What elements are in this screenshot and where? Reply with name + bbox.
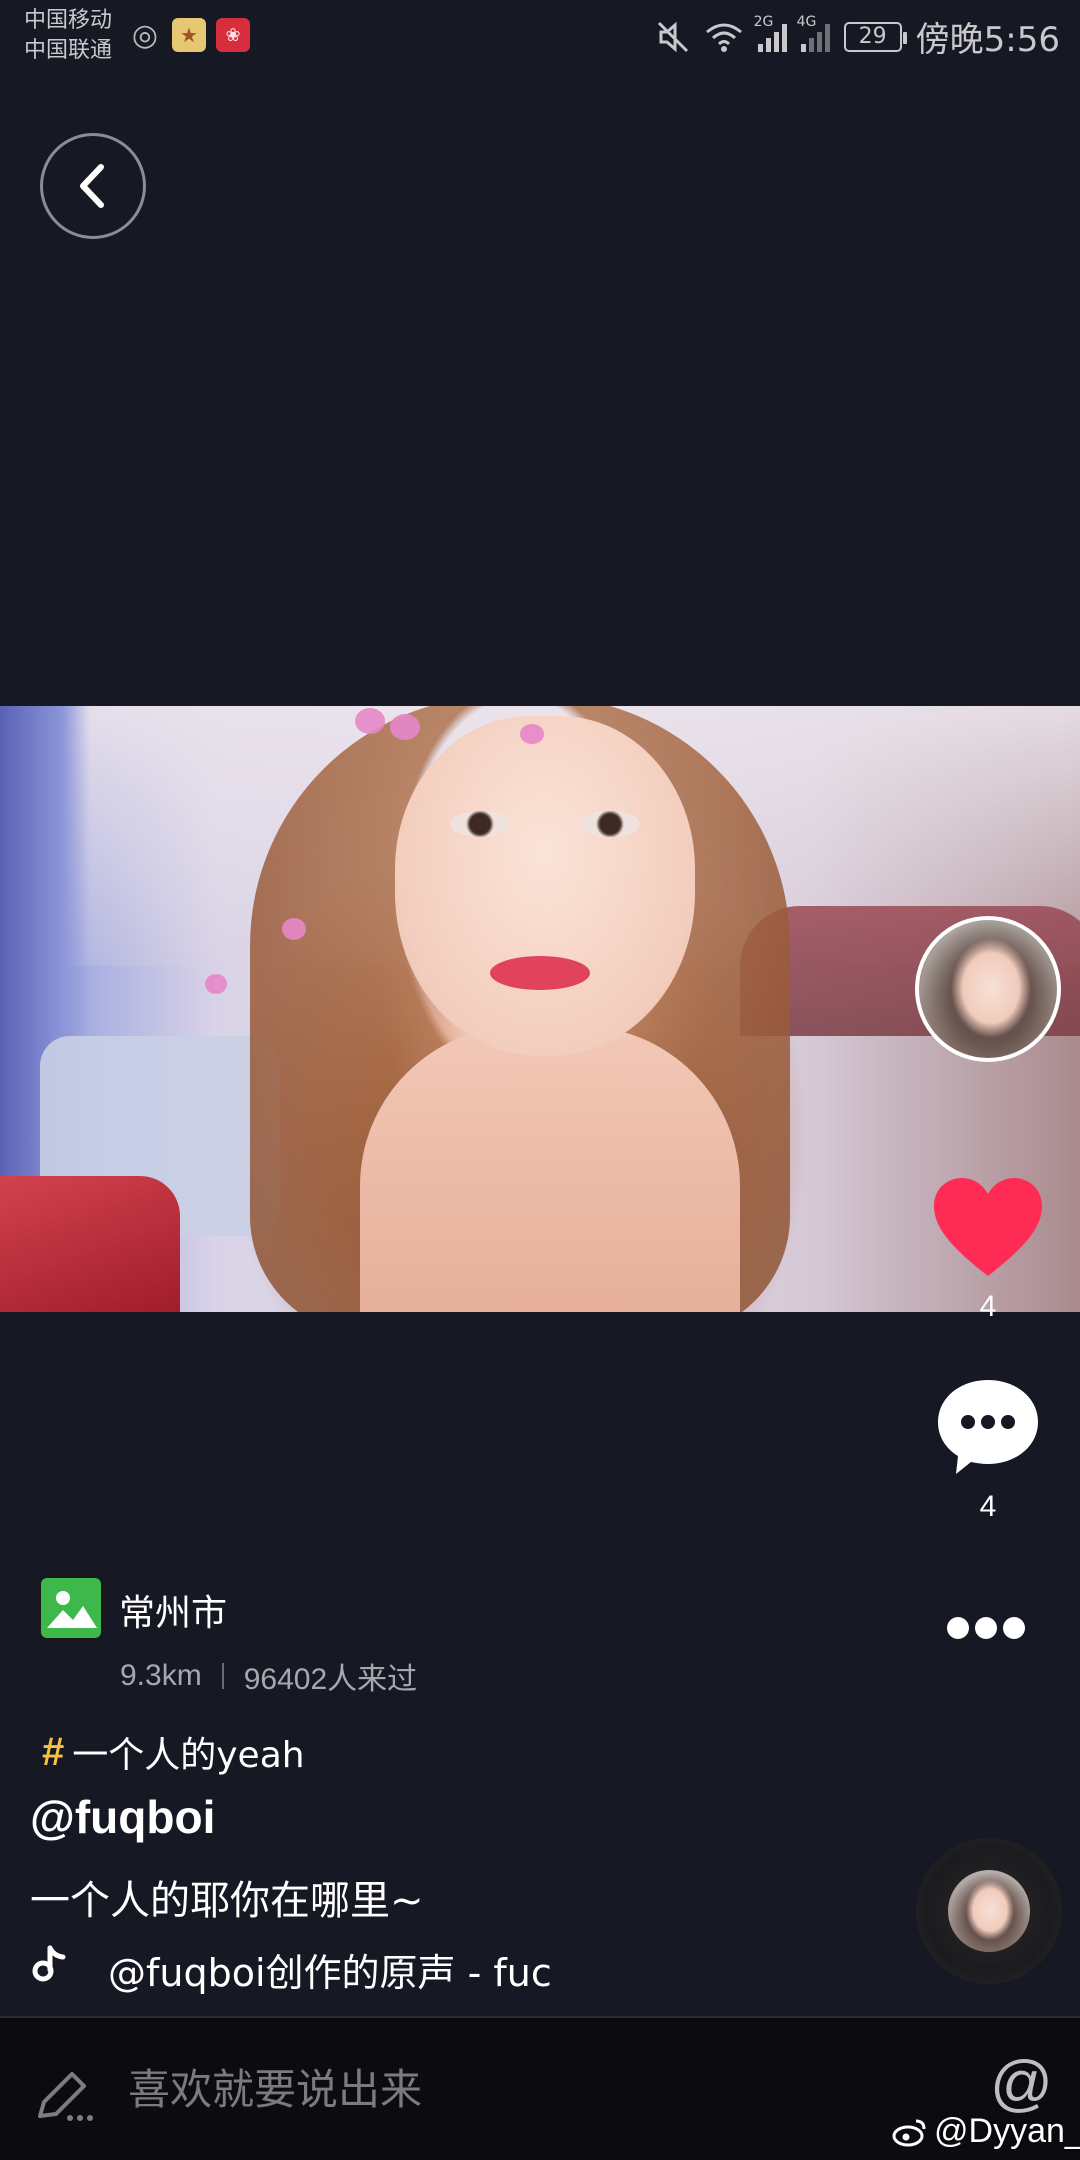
signal-2g-icon: 2G (754, 14, 787, 52)
back-button[interactable] (40, 133, 146, 239)
back-icon (80, 164, 104, 208)
heart-icon[interactable] (932, 1176, 1044, 1280)
battery-level: 29 (858, 24, 887, 49)
huawei-notification-icon: ❀ (216, 18, 250, 52)
location-meta: 9.3km 96402人来过 (120, 1654, 417, 1698)
more-icon[interactable] (944, 1614, 1028, 1642)
music-cover (948, 1870, 1030, 1952)
author-avatar[interactable] (915, 916, 1061, 1062)
username[interactable]: @fuqboi (30, 1790, 215, 1844)
location-distance: 9.3km (120, 1659, 202, 1692)
location-name[interactable]: 常州市 (119, 1584, 227, 1636)
caption: 一个人的耶你在哪里~ (30, 1878, 424, 1924)
weibo-notification-icon: ◎ (131, 17, 159, 53)
watermark: @Dyyan_ (892, 2112, 1080, 2151)
network-type-2: 4G (796, 13, 817, 30)
carrier-1: 中国移动 (24, 8, 113, 33)
heart-sticker-icon (355, 708, 385, 734)
clock: 傍晚5:56 (915, 20, 1060, 60)
hashtag[interactable]: # 一个人的yeah (42, 1726, 305, 1778)
comment-count: 4 (979, 1490, 997, 1523)
like-count: 4 (979, 1290, 997, 1323)
app-notification-icon: ★ (172, 18, 206, 52)
hashtag-label: 一个人的yeah (72, 1735, 305, 1776)
carrier-info: 中国移动 中国联通 (24, 6, 112, 66)
music-title: @fuqboi创作的原声 - fuc (108, 1951, 552, 1995)
hashtag-icon: # (42, 1729, 65, 1774)
carrier-2: 中国联通 (24, 38, 113, 63)
mute-icon (657, 21, 688, 52)
video-detail-screen: 中国移动 中国联通 ◎ ★ ❀ 2G 4G 29 傍晚5:56 4 4 常州市 … (0, 0, 1080, 2160)
video-subject (395, 716, 695, 1056)
system-status: 2G 4G 29 傍晚5:56 (656, 12, 1060, 61)
music-disc[interactable] (916, 1838, 1062, 1984)
music-info[interactable]: @fuqboi创作的原声 - fuc (30, 1942, 590, 1995)
location-visitors: 96402人来过 (243, 1663, 418, 1696)
network-type-1: 2G (753, 13, 774, 30)
image-icon[interactable] (41, 1578, 101, 1638)
pen-icon (38, 2072, 93, 2121)
mention-button[interactable]: @ (990, 2048, 1053, 2119)
notification-icons: ◎ ★ ❀ (128, 17, 250, 53)
comment-icon[interactable] (934, 1376, 1042, 1478)
signal-4g-icon: 4G (797, 14, 830, 52)
music-note-icon (32, 1945, 66, 1982)
weibo-icon (892, 2119, 926, 2146)
battery-icon: 29 (843, 21, 907, 52)
comment-input[interactable] (126, 2054, 826, 2124)
divider (221, 1663, 224, 1689)
status-bar: 中国移动 中国联通 ◎ ★ ❀ 2G 4G 29 傍晚5:56 (0, 0, 1080, 72)
watermark-text: @Dyyan_ (934, 2112, 1080, 2150)
wifi-icon (705, 23, 742, 52)
